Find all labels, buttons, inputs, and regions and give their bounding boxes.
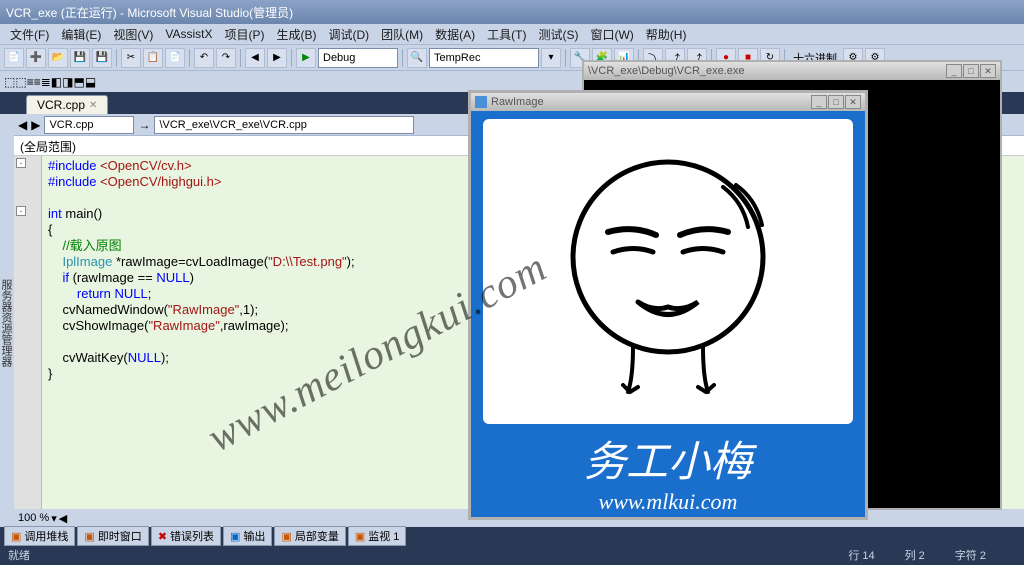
- add-item-button[interactable]: ➕: [26, 48, 46, 68]
- sec-e[interactable]: ≣: [41, 75, 51, 89]
- paste-button[interactable]: 📄: [165, 48, 185, 68]
- menu-bar: 文件(F) 编辑(E) 视图(V) VAssistX 项目(P) 生成(B) 调…: [0, 24, 1024, 44]
- menu-team[interactable]: 团队(M): [375, 26, 429, 43]
- tab-callstack[interactable]: ▣调用堆栈: [4, 526, 75, 546]
- image-caption: 务工小梅 www.mlkui.com: [471, 424, 865, 517]
- find-button[interactable]: 🔍: [407, 48, 427, 68]
- console-title: \VCR_exe\Debug\VCR_exe.exe: [588, 65, 745, 77]
- fold-icon[interactable]: -: [16, 158, 26, 168]
- menu-help[interactable]: 帮助(H): [640, 26, 693, 43]
- sec-f[interactable]: ◧: [51, 75, 62, 89]
- maximize-icon[interactable]: □: [963, 64, 979, 78]
- sec-h[interactable]: ⬒: [73, 75, 84, 89]
- search-dropdown-button[interactable]: ▾: [541, 48, 561, 68]
- menu-build[interactable]: 生成(B): [270, 26, 322, 43]
- app-icon: [475, 96, 487, 108]
- status-line: 行 14: [848, 547, 874, 563]
- rawimage-window[interactable]: RawImage _ □ ✕ 务工小梅 www.mlkui.com: [468, 90, 868, 520]
- nav-fwd-button[interactable]: ▶: [267, 48, 287, 68]
- open-button[interactable]: 📂: [48, 48, 68, 68]
- window-titlebar: VCR_exe (正在运行) - Microsoft Visual Studio…: [0, 0, 1024, 24]
- file-combo[interactable]: VCR.cpp: [44, 116, 134, 134]
- menu-debug[interactable]: 调试(D): [322, 26, 375, 43]
- image-display: [483, 119, 853, 424]
- close-icon[interactable]: ✕: [845, 95, 861, 109]
- maximize-icon[interactable]: □: [828, 95, 844, 109]
- tab-label: VCR.cpp: [37, 98, 85, 112]
- minimize-icon[interactable]: _: [946, 64, 962, 78]
- app-title: VCR_exe (正在运行) - Microsoft Visual Studio…: [6, 4, 293, 21]
- redo-button[interactable]: ↷: [216, 48, 236, 68]
- tab-output[interactable]: ▣输出: [223, 526, 272, 546]
- copy-button[interactable]: 📋: [143, 48, 163, 68]
- nav-back-button[interactable]: ◀: [245, 48, 265, 68]
- target-combo[interactable]: TempRec: [429, 48, 539, 68]
- rawimage-title: RawImage: [491, 96, 544, 108]
- zoom-value[interactable]: 100 %: [18, 512, 49, 524]
- caption-url: www.mlkui.com: [471, 489, 865, 515]
- face-cartoon-icon: [538, 147, 798, 397]
- nav-fwd-icon[interactable]: ▶: [31, 118, 40, 132]
- output-tabs: ▣调用堆栈 ▣即时窗口 ✖错误列表 ▣输出 ▣局部变量 ▣监视 1: [0, 527, 1024, 545]
- sec-i[interactable]: ⬓: [85, 75, 96, 89]
- menu-tools[interactable]: 工具(T): [481, 26, 532, 43]
- undo-button[interactable]: ↶: [194, 48, 214, 68]
- menu-file[interactable]: 文件(F): [4, 26, 55, 43]
- menu-vassistx[interactable]: VAssistX: [159, 27, 218, 41]
- status-bar: 就绪 行 14 列 2 字符 2: [0, 545, 1024, 565]
- close-icon[interactable]: ✕: [89, 100, 97, 111]
- cut-button[interactable]: ✂: [121, 48, 141, 68]
- save-all-button[interactable]: 💾: [92, 48, 112, 68]
- status-char: 字符 2: [955, 547, 986, 563]
- menu-window[interactable]: 窗口(W): [584, 26, 639, 43]
- sec-g[interactable]: ◨: [62, 75, 73, 89]
- tab-errorlist[interactable]: ✖错误列表: [151, 526, 221, 546]
- zoom-dropdown-icon[interactable]: ▾: [51, 512, 57, 525]
- menu-data[interactable]: 数据(A): [429, 26, 481, 43]
- sec-c[interactable]: ≡: [27, 75, 34, 89]
- save-button[interactable]: 💾: [70, 48, 90, 68]
- menu-project[interactable]: 项目(P): [218, 26, 270, 43]
- rawimage-content: 务工小梅 www.mlkui.com: [471, 111, 865, 517]
- sec-d[interactable]: ≡: [34, 75, 41, 89]
- sec-b[interactable]: ⬚: [15, 75, 26, 89]
- rawimage-titlebar[interactable]: RawImage _ □ ✕: [471, 93, 865, 111]
- caption-text: 务工小梅: [471, 428, 865, 489]
- new-project-button[interactable]: 📄: [4, 48, 24, 68]
- sec-a[interactable]: ⬚: [4, 75, 15, 89]
- scroll-left-icon[interactable]: ◀: [59, 512, 67, 525]
- go-icon[interactable]: →: [138, 118, 150, 132]
- path-combo[interactable]: \VCR_exe\VCR_exe\VCR.cpp: [154, 116, 414, 134]
- minimize-icon[interactable]: _: [811, 95, 827, 109]
- config-combo[interactable]: Debug: [318, 48, 398, 68]
- menu-view[interactable]: 视图(V): [107, 26, 159, 43]
- tab-watch[interactable]: ▣监视 1: [348, 526, 407, 546]
- status-col: 列 2: [905, 547, 925, 563]
- menu-test[interactable]: 测试(S): [532, 26, 584, 43]
- fold-icon[interactable]: -: [16, 206, 26, 216]
- console-titlebar[interactable]: \VCR_exe\Debug\VCR_exe.exe _ □ ✕: [584, 62, 1000, 80]
- tab-locals[interactable]: ▣局部变量: [274, 526, 345, 546]
- status-state: 就绪: [8, 547, 30, 563]
- nav-back-icon[interactable]: ◀: [18, 118, 27, 132]
- menu-edit[interactable]: 编辑(E): [55, 26, 107, 43]
- tab-immediate[interactable]: ▣即时窗口: [77, 526, 148, 546]
- sidebar-server-explorer[interactable]: 服务器资源管理器: [0, 114, 14, 527]
- start-button[interactable]: ▶: [296, 48, 316, 68]
- close-icon[interactable]: ✕: [980, 64, 996, 78]
- tab-vcr-cpp[interactable]: VCR.cpp ✕: [26, 95, 108, 114]
